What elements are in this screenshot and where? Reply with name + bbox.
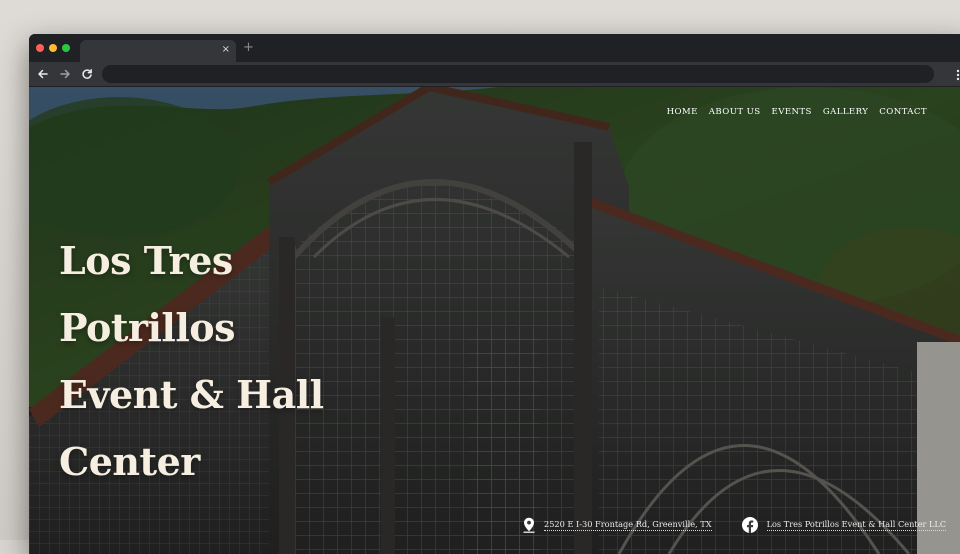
forward-button[interactable]	[58, 67, 72, 81]
site-nav: HOME ABOUT US EVENTS GALLERY CONTACT	[667, 107, 927, 117]
address-link[interactable]: 2520 E I-30 Frontage Rd, Greenville, TX	[544, 519, 712, 531]
minimize-window-button[interactable]	[49, 44, 57, 52]
hero-title-line: Event & Hall	[59, 372, 324, 417]
arrow-right-icon	[60, 69, 70, 79]
browser-titlebar: × +	[29, 34, 960, 62]
window-controls	[36, 44, 70, 52]
new-tab-button[interactable]: +	[243, 41, 254, 55]
facebook-item[interactable]: Los Tres Potrillos Event & Hall Center L…	[741, 517, 947, 533]
maximize-window-button[interactable]	[62, 44, 70, 52]
nav-events[interactable]: EVENTS	[772, 107, 812, 117]
kebab-menu-icon	[956, 69, 960, 81]
hero-title-line: Los Tres	[59, 238, 233, 283]
nav-gallery[interactable]: GALLERY	[823, 107, 868, 117]
nav-about-us[interactable]: ABOUT US	[709, 107, 761, 117]
close-window-button[interactable]	[36, 44, 44, 52]
facebook-icon	[741, 517, 758, 533]
arrow-left-icon	[38, 69, 48, 79]
hero-title-line: Potrillos	[59, 305, 236, 350]
tab-close-icon[interactable]: ×	[222, 44, 230, 56]
reload-icon	[82, 69, 92, 79]
reload-button[interactable]	[80, 67, 94, 81]
nav-home[interactable]: HOME	[667, 107, 698, 117]
address-bar[interactable]	[102, 65, 934, 83]
browser-window: × + HOME ABOUT US EVENTS GALLERY CONTACT…	[29, 34, 960, 554]
nav-contact[interactable]: CONTACT	[879, 107, 927, 117]
browser-toolbar	[29, 62, 960, 86]
contact-info-bar: 2520 E I-30 Frontage Rd, Greenville, TX …	[523, 517, 947, 533]
facebook-link[interactable]: Los Tres Potrillos Event & Hall Center L…	[766, 519, 947, 531]
webpage: HOME ABOUT US EVENTS GALLERY CONTACT Los…	[29, 87, 960, 554]
address-item[interactable]: 2520 E I-30 Frontage Rd, Greenville, TX	[523, 517, 712, 533]
browser-tab[interactable]: ×	[80, 40, 236, 62]
map-pin-icon	[523, 517, 535, 533]
hero-title: Los Tres Potrillos Event & Hall Center	[59, 227, 379, 495]
hero-title-line: Center	[59, 439, 200, 484]
browser-menu-button[interactable]	[953, 67, 960, 81]
back-button[interactable]	[36, 67, 50, 81]
